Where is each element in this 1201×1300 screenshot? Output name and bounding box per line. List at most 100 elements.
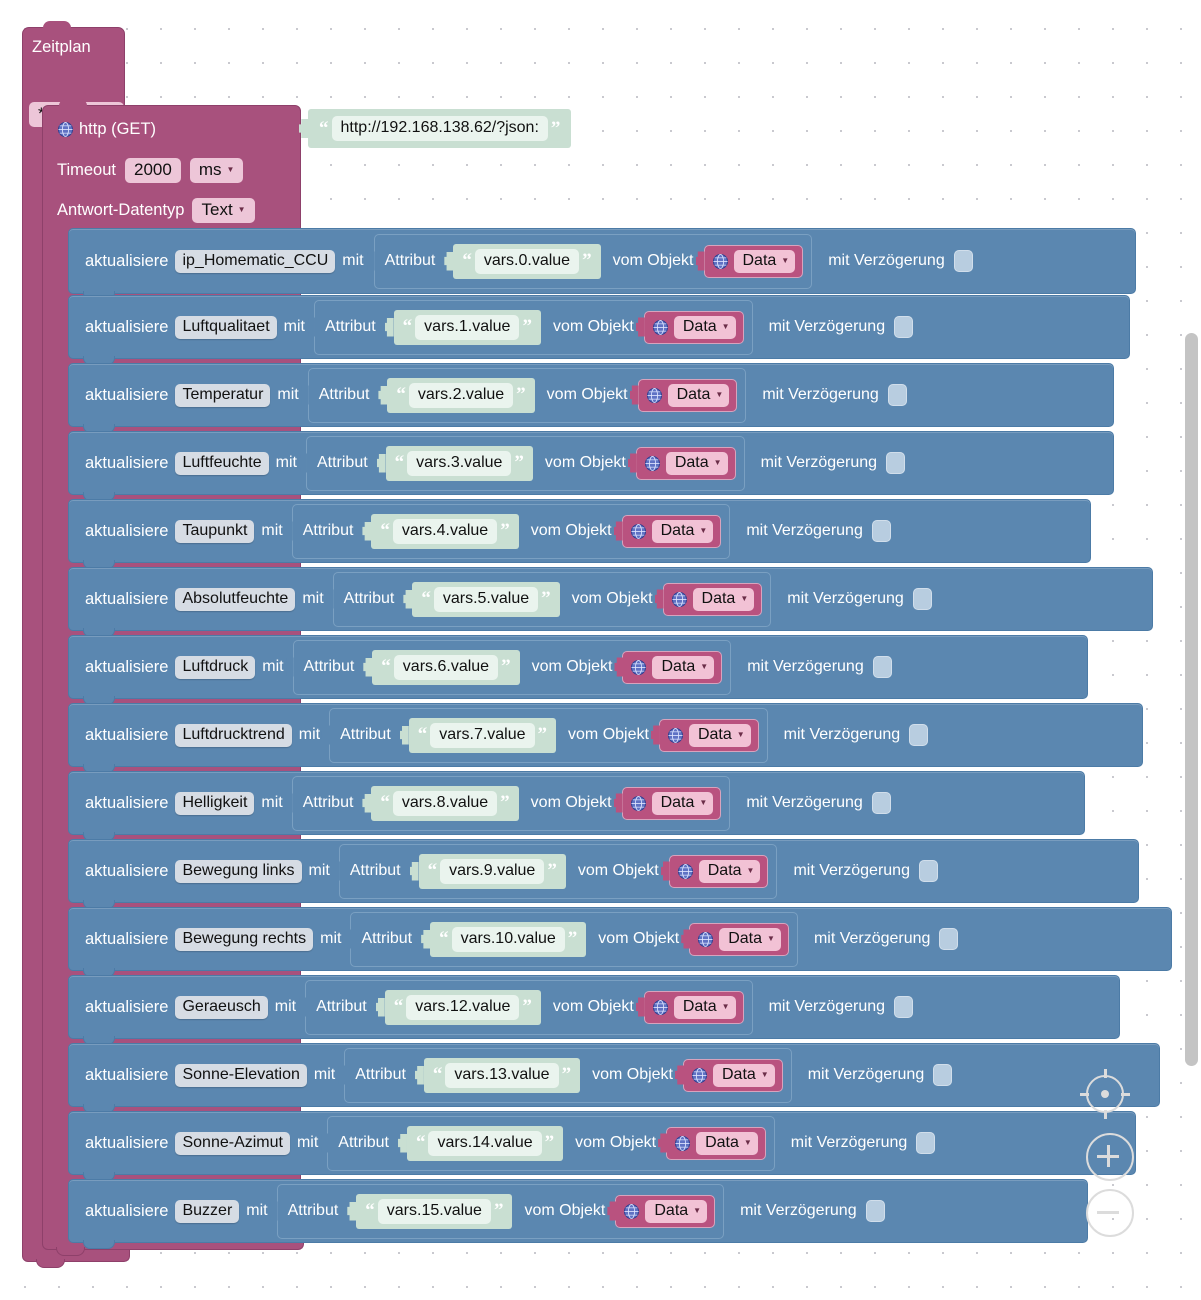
attribute-value-block[interactable]: Attribut “vars.7.value” vom Objekt Data ▼ bbox=[329, 707, 768, 763]
response-type-dropdown[interactable]: Text ▼ bbox=[192, 198, 255, 223]
variable-field[interactable]: Geraeusch bbox=[175, 995, 268, 1019]
statement-row[interactable]: aktualisiere Geraeusch mit Attribut “vars.12… bbox=[68, 975, 1120, 1045]
statement-row[interactable]: aktualisiere Helligkeit mit Attribut “vars.8… bbox=[68, 771, 1085, 841]
attribute-value-block[interactable]: Attribut “vars.13.value” vom Objekt Data ▼ bbox=[344, 1047, 792, 1103]
object-dropdown[interactable]: Data ▼ bbox=[698, 859, 761, 883]
object-dropdown[interactable]: Data ▼ bbox=[688, 723, 751, 747]
object-source-block[interactable]: Data ▼ bbox=[637, 378, 738, 412]
delay-checkbox[interactable] bbox=[912, 588, 932, 610]
attribute-value-block[interactable]: Attribut “vars.12.value” vom Objekt Data ▼ bbox=[305, 979, 753, 1035]
timeout-value-field[interactable]: 2000 bbox=[125, 158, 181, 183]
attribute-string-block[interactable]: “vars.9.value” bbox=[418, 853, 566, 889]
attribute-value-block[interactable]: Attribut “vars.4.value” vom Objekt Data ▼ bbox=[291, 503, 731, 559]
zoom-in-button[interactable] bbox=[1086, 1133, 1134, 1181]
delay-checkbox[interactable] bbox=[894, 996, 914, 1018]
statement-row[interactable]: aktualisiere Luftdruck mit Attribut “vars.6.… bbox=[68, 635, 1088, 705]
attribute-value[interactable]: vars.13.value bbox=[445, 1062, 559, 1088]
variable-field[interactable]: Luftqualitaet bbox=[175, 315, 277, 339]
object-dropdown[interactable]: Data ▼ bbox=[667, 383, 730, 407]
object-dropdown[interactable]: Data ▼ bbox=[696, 1131, 758, 1155]
statement-row[interactable]: aktualisiere Bewegung links mit Attribut “va… bbox=[68, 839, 1139, 909]
variable-field[interactable]: Luftfeuchte bbox=[175, 451, 269, 475]
attribute-value[interactable]: vars.15.value bbox=[377, 1198, 491, 1224]
object-source-block[interactable]: Data ▼ bbox=[683, 1058, 783, 1092]
variable-field[interactable]: Absolutfeuchte bbox=[175, 587, 296, 611]
attribute-value[interactable]: vars.5.value bbox=[433, 586, 539, 612]
object-dropdown[interactable]: Data ▼ bbox=[652, 655, 715, 679]
delay-checkbox[interactable] bbox=[887, 384, 907, 406]
object-source-block[interactable]: Data ▼ bbox=[621, 514, 722, 548]
variable-field[interactable]: Luftdrucktrend bbox=[175, 723, 292, 747]
statement-row[interactable]: aktualisiere Sonne-Elevation mit Attribut “v… bbox=[68, 1043, 1160, 1113]
attribute-value[interactable]: vars.4.value bbox=[392, 518, 498, 544]
object-dropdown[interactable]: Data ▼ bbox=[673, 315, 736, 339]
variable-field[interactable]: Buzzer bbox=[175, 1199, 240, 1223]
object-dropdown[interactable]: Data ▼ bbox=[719, 927, 781, 951]
attribute-string-block[interactable]: “vars.4.value” bbox=[371, 513, 519, 549]
attribute-value[interactable]: vars.3.value bbox=[407, 450, 512, 476]
vertical-scrollbar[interactable] bbox=[1185, 333, 1198, 1066]
object-dropdown[interactable]: Data ▼ bbox=[673, 995, 736, 1019]
attribute-value-block[interactable]: Attribut “vars.8.value” vom Objekt Data ▼ bbox=[291, 775, 731, 831]
object-source-block[interactable]: Data ▼ bbox=[666, 1126, 766, 1160]
variable-field[interactable]: Bewegung rechts bbox=[175, 927, 314, 951]
object-dropdown[interactable]: Data ▼ bbox=[733, 249, 796, 273]
attribute-string-block[interactable]: “vars.15.value” bbox=[356, 1193, 513, 1229]
delay-checkbox[interactable] bbox=[872, 656, 892, 678]
statement-row[interactable]: aktualisiere Luftfeuchte mit Attribut “vars.… bbox=[68, 431, 1114, 501]
object-dropdown[interactable]: Data ▼ bbox=[651, 519, 714, 543]
attribute-value[interactable]: vars.14.value bbox=[428, 1130, 542, 1156]
statement-row[interactable]: aktualisiere Bewegung rechts mit Attribut “v… bbox=[68, 907, 1172, 977]
delay-checkbox[interactable] bbox=[909, 724, 929, 746]
delay-checkbox[interactable] bbox=[933, 1064, 953, 1086]
object-dropdown[interactable]: Data ▼ bbox=[645, 1199, 708, 1223]
attribute-value[interactable]: vars.6.value bbox=[393, 654, 499, 680]
timeout-unit-dropdown[interactable]: ms ▼ bbox=[189, 158, 244, 183]
statement-row[interactable]: aktualisiere Luftdrucktrend mit Attribut “va… bbox=[68, 703, 1143, 773]
attribute-value[interactable]: vars.12.value bbox=[406, 994, 520, 1020]
attribute-string-block[interactable]: “vars.0.value” bbox=[453, 243, 601, 279]
statement-row[interactable]: aktualisiere Luftqualitaet mit Attribut “var… bbox=[68, 295, 1130, 365]
object-source-block[interactable]: Data ▼ bbox=[643, 310, 744, 344]
statement-row[interactable]: aktualisiere Sonne-Azimut mit Attribut “vars… bbox=[68, 1111, 1136, 1181]
attribute-string-block[interactable]: “vars.10.value” bbox=[430, 921, 587, 957]
object-source-block[interactable]: Data ▼ bbox=[668, 854, 769, 888]
attribute-value[interactable]: vars.9.value bbox=[440, 858, 545, 884]
attribute-value-block[interactable]: Attribut “vars.2.value” vom Objekt Data ▼ bbox=[307, 367, 747, 423]
attribute-string-block[interactable]: “vars.1.value” bbox=[393, 309, 541, 345]
variable-field[interactable]: Temperatur bbox=[175, 383, 271, 407]
object-source-block[interactable]: Data ▼ bbox=[662, 582, 763, 616]
object-dropdown[interactable]: Data ▼ bbox=[713, 1063, 775, 1087]
center-blocks-button[interactable] bbox=[1080, 1069, 1130, 1119]
attribute-value-block[interactable]: Attribut “vars.3.value” vom Objekt Data ▼ bbox=[305, 435, 745, 491]
attribute-value-block[interactable]: Attribut “vars.6.value” vom Objekt Data ▼ bbox=[292, 639, 732, 695]
delay-checkbox[interactable] bbox=[939, 928, 959, 950]
zoom-out-button[interactable] bbox=[1086, 1189, 1134, 1237]
attribute-string-block[interactable]: “vars.8.value” bbox=[371, 785, 519, 821]
url-string-block[interactable]: “ http://192.168.138.62/?json: ” bbox=[299, 109, 572, 148]
delay-checkbox[interactable] bbox=[871, 520, 891, 542]
url-value[interactable]: http://192.168.138.62/?json: bbox=[331, 116, 548, 141]
variable-field[interactable]: ip_Homematic_CCU bbox=[175, 249, 336, 273]
statement-row[interactable]: aktualisiere Buzzer mit Attribut “vars.15.va… bbox=[68, 1179, 1088, 1249]
attribute-string-block[interactable]: “vars.7.value” bbox=[408, 717, 557, 753]
delay-checkbox[interactable] bbox=[865, 1200, 885, 1222]
attribute-string-block[interactable]: “vars.2.value” bbox=[387, 377, 535, 413]
attribute-string-block[interactable]: “vars.12.value” bbox=[384, 989, 541, 1025]
object-source-block[interactable]: Data ▼ bbox=[658, 718, 759, 752]
delay-checkbox[interactable] bbox=[886, 452, 906, 474]
attribute-string-block[interactable]: “vars.3.value” bbox=[385, 445, 533, 481]
variable-field[interactable]: Bewegung links bbox=[175, 859, 302, 883]
object-source-block[interactable]: Data ▼ bbox=[689, 922, 789, 956]
statement-row[interactable]: aktualisiere Temperatur mit Attribut “vars.2… bbox=[68, 363, 1114, 433]
statement-row[interactable]: aktualisiere Taupunkt mit Attribut “vars.4.v… bbox=[68, 499, 1091, 569]
object-source-block[interactable]: Data ▼ bbox=[622, 650, 723, 684]
attribute-value-block[interactable]: Attribut “vars.0.value” vom Objekt Data ▼ bbox=[373, 233, 813, 289]
variable-field[interactable]: Sonne-Azimut bbox=[175, 1131, 290, 1155]
object-source-block[interactable]: Data ▼ bbox=[643, 990, 744, 1024]
attribute-value[interactable]: vars.1.value bbox=[415, 314, 520, 340]
attribute-string-block[interactable]: “vars.6.value” bbox=[372, 649, 520, 685]
delay-checkbox[interactable] bbox=[918, 860, 938, 882]
attribute-string-block[interactable]: “vars.13.value” bbox=[423, 1057, 581, 1093]
object-source-block[interactable]: Data ▼ bbox=[635, 446, 736, 480]
